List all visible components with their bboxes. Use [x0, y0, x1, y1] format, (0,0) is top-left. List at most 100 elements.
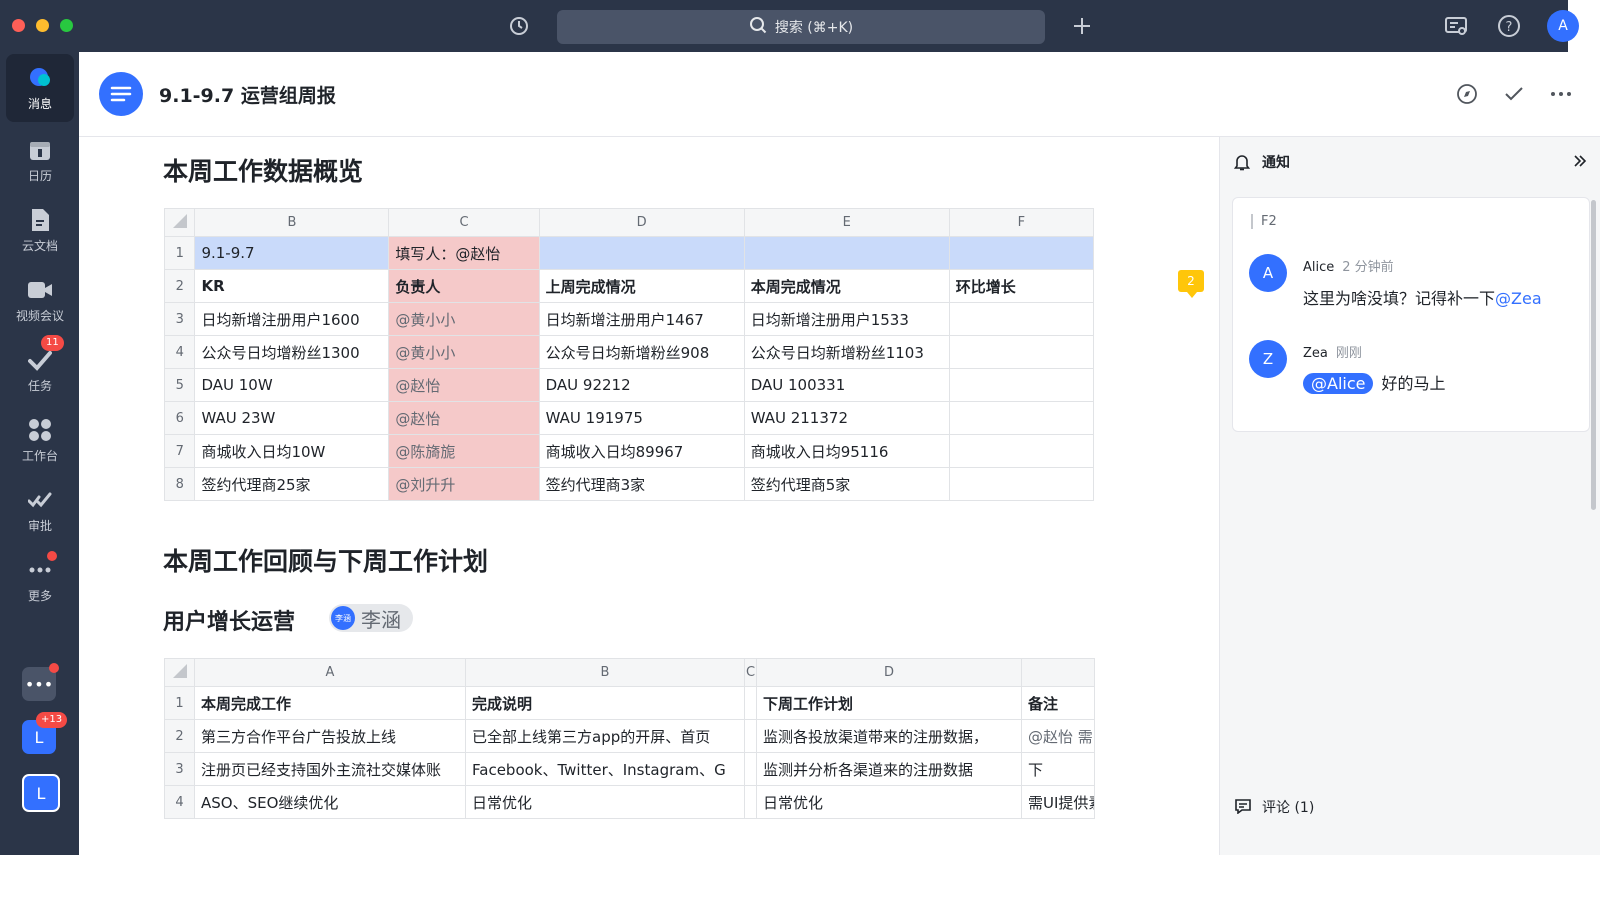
column-header[interactable]: D — [538, 208, 745, 237]
table-cell[interactable]: 已全部上线第三方app的开屏、首页 — [465, 719, 745, 753]
minimize-window-button[interactable] — [36, 19, 49, 32]
comments-footer-button[interactable]: 评论 (1) — [1220, 787, 1600, 827]
table-cell[interactable]: 填写人：@赵怡 — [388, 236, 540, 270]
sidebar-item-docs[interactable]: 云文档 — [6, 196, 74, 264]
table-cell[interactable]: 负责人 — [388, 269, 540, 303]
table-cell[interactable]: 日常优化 — [465, 785, 745, 819]
compass-icon[interactable] — [1455, 82, 1479, 106]
table-cell[interactable]: 商城收入日均89967 — [538, 434, 745, 468]
table-cell[interactable]: 本周完成工作 — [194, 686, 466, 720]
table-cell[interactable]: WAU 23W — [194, 401, 390, 435]
sidebar-item-more[interactable]: 更多 — [6, 546, 74, 614]
table-cell[interactable]: 监测并分析各渠道来的注册数据 — [756, 752, 1022, 786]
plus-icon[interactable] — [1069, 13, 1095, 39]
table-cell[interactable] — [744, 686, 757, 720]
column-header[interactable]: A — [194, 658, 466, 687]
table-cell[interactable]: 签约代理商25家 — [194, 467, 390, 501]
column-header[interactable]: C — [388, 208, 540, 237]
mention-link[interactable]: @Zea — [1495, 289, 1542, 308]
table-cell[interactable]: 日均新增注册用户1533 — [743, 302, 950, 336]
check-icon[interactable] — [1502, 82, 1526, 106]
mention-chip[interactable]: 李涵 李涵 — [329, 604, 413, 632]
row-number[interactable]: 4 — [163, 335, 196, 369]
history-icon[interactable] — [506, 13, 532, 39]
table-cell[interactable]: 签约代理商5家 — [743, 467, 950, 501]
table-cell[interactable]: 完成说明 — [465, 686, 745, 720]
select-all-corner[interactable] — [164, 658, 195, 687]
row-number[interactable]: 3 — [164, 752, 195, 786]
comment-count-flag[interactable]: 2 — [1178, 270, 1204, 298]
table-cell[interactable]: @赵怡 — [388, 368, 540, 402]
column-header[interactable]: B — [194, 208, 390, 237]
row-number[interactable]: 5 — [163, 368, 196, 402]
table-cell[interactable]: @刘升升 — [388, 467, 540, 501]
column-header[interactable]: E — [743, 208, 950, 237]
table-cell[interactable]: 日均新增注册用户1467 — [538, 302, 745, 336]
kr-data-table[interactable]: B C D E F 1 9.1-9.7 填写人：@赵怡 2 KR 负责人 上周完… — [163, 208, 1095, 501]
table-cell[interactable]: WAU 211372 — [743, 401, 950, 435]
table-cell[interactable] — [948, 335, 1095, 369]
table-cell[interactable]: 监测各投放渠道带来的注册数据， — [756, 719, 1022, 753]
mention-chip[interactable]: @Alice — [1303, 373, 1374, 394]
panel-scrollbar[interactable] — [1591, 200, 1596, 510]
table-cell[interactable]: DAU 10W — [194, 368, 390, 402]
table-cell[interactable]: 签约代理商3家 — [538, 467, 745, 501]
table-cell[interactable] — [948, 434, 1095, 468]
table-cell[interactable] — [538, 236, 745, 270]
table-cell[interactable]: 第三方合作平台广告投放上线 — [194, 719, 466, 753]
row-number[interactable]: 2 — [164, 719, 195, 753]
maximize-window-button[interactable] — [60, 19, 73, 32]
sidebar-item-tasks[interactable]: 11 任务 — [6, 334, 74, 404]
table-cell[interactable]: DAU 100331 — [743, 368, 950, 402]
table-cell[interactable] — [948, 368, 1095, 402]
table-cell[interactable]: @黄小小 — [388, 335, 540, 369]
table-cell[interactable]: Facebook、Twitter、Instagram、G — [465, 752, 745, 786]
table-cell[interactable]: 商城收入日均10W — [194, 434, 390, 468]
user-avatar[interactable]: A — [1547, 10, 1579, 42]
row-number[interactable]: 1 — [163, 236, 196, 270]
workspace-l-button[interactable]: L +13 — [22, 712, 68, 754]
workspace-l-active-button[interactable]: L — [22, 774, 60, 812]
sidebar-item-approval[interactable]: 审批 — [6, 476, 74, 544]
column-header[interactable]: D — [756, 658, 1022, 687]
table-cell[interactable] — [948, 302, 1095, 336]
table-cell[interactable]: @赵怡 — [388, 401, 540, 435]
table-cell[interactable]: 日均新增注册用户1600 — [194, 302, 390, 336]
column-header[interactable]: F — [948, 208, 1095, 237]
table-cell[interactable] — [743, 236, 950, 270]
table-cell[interactable]: 下 — [1021, 752, 1095, 786]
row-number[interactable]: 3 — [163, 302, 196, 336]
table-cell[interactable]: 日常优化 — [756, 785, 1022, 819]
comment-thread-card[interactable]: F2 A Alice 2 分钟前 这里为啥没填？记得补一下@Zea Z Zea 刚刚… — [1232, 197, 1590, 432]
table-cell[interactable] — [948, 401, 1095, 435]
screen-share-icon[interactable] — [1443, 13, 1469, 39]
table-cell[interactable]: 环比增长 — [948, 269, 1095, 303]
row-number[interactable]: 7 — [163, 434, 196, 468]
close-window-button[interactable] — [12, 19, 25, 32]
row-number[interactable]: 8 — [163, 467, 196, 501]
table-cell[interactable]: 9.1-9.7 — [194, 236, 390, 270]
table-cell[interactable]: 商城收入日均95116 — [743, 434, 950, 468]
table-cell[interactable]: 公众号日均新增粉丝908 — [538, 335, 745, 369]
table-cell[interactable]: WAU 191975 — [538, 401, 745, 435]
sidebar-item-calendar[interactable]: 日历 — [6, 126, 74, 194]
sidebar-item-workplace[interactable]: 工作台 — [6, 406, 74, 474]
table-cell[interactable]: 需UI提供素 — [1021, 785, 1095, 819]
table-cell[interactable]: 公众号日均新增粉丝1103 — [743, 335, 950, 369]
table-cell[interactable]: 下周工作计划 — [756, 686, 1022, 720]
table-cell[interactable] — [744, 719, 757, 753]
column-header[interactable] — [1021, 658, 1095, 687]
table-cell[interactable] — [948, 236, 1095, 270]
column-header[interactable]: C — [744, 658, 757, 687]
table-cell[interactable]: @赵怡 需 — [1021, 719, 1095, 753]
row-number[interactable]: 2 — [163, 269, 196, 303]
table-cell[interactable]: 本周完成情况 — [743, 269, 950, 303]
table-cell[interactable]: DAU 92212 — [538, 368, 745, 402]
table-cell[interactable] — [948, 467, 1095, 501]
collapse-panel-icon[interactable] — [1572, 153, 1588, 173]
row-number[interactable]: 4 — [164, 785, 195, 819]
table-cell[interactable] — [744, 785, 757, 819]
table-cell[interactable]: 注册页已经支持国外主流社交媒体账 — [194, 752, 466, 786]
select-all-corner[interactable] — [163, 208, 196, 237]
table-cell[interactable]: @陈旖旎 — [388, 434, 540, 468]
